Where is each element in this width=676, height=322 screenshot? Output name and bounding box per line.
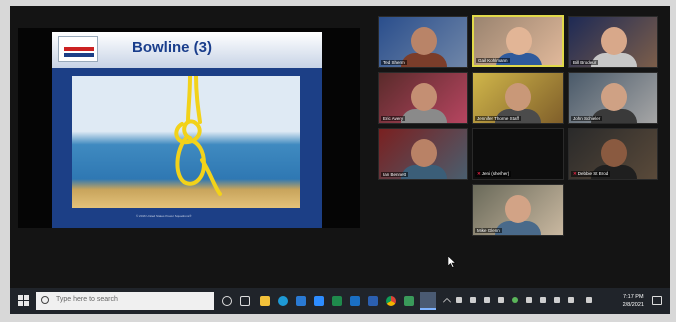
muted-icon: ✕ [573,171,577,176]
search-icon [41,296,49,304]
presentation-slide: Bowline (3) © 2016 United States Power S… [52,32,322,228]
participant-name: Ian Bennett [381,172,409,177]
search-box[interactable]: Type here to search [36,292,214,310]
excel-icon[interactable] [332,296,342,306]
participant-name: Ted Sherm [381,60,407,65]
windows-start-icon[interactable] [18,295,30,307]
participant-tile[interactable]: Ted Sherm [378,16,468,68]
participant-name: ✕Debbie St Brod [571,171,611,177]
cortana-icon[interactable] [222,296,232,306]
slide-copyright: © 2016 United States Power Squadrons® [136,214,192,218]
participant-name: John Schieler [571,116,603,121]
app-icon[interactable] [404,296,414,306]
rope-knot-icon [174,76,222,196]
organization-logo [58,36,98,62]
slide-photo-bowline-knot [72,76,300,208]
tray-icon[interactable] [526,297,532,303]
zoom-icon[interactable] [314,296,324,306]
tray-icon[interactable] [456,297,462,303]
chrome-icon[interactable] [386,296,396,306]
participant-tile[interactable]: John Schieler [568,72,658,124]
muted-icon: ✕ [477,171,481,176]
tray-icon[interactable] [470,297,476,303]
taskbar: Type here to search 7:17 PM 2/8/2021 [10,288,670,314]
zoom-meeting-active-icon[interactable] [420,292,436,310]
edge-browser-icon[interactable] [278,296,288,306]
participant-name: Eric Avery [381,116,406,121]
clock-date: 2/8/2021 [622,302,644,308]
search-placeholder: Type here to search [56,296,118,303]
slide-header: Bowline (3) [52,32,322,68]
tray-icon[interactable] [484,297,490,303]
tray-icon[interactable] [540,297,546,303]
participant-tile[interactable]: ✕Debbie St Brod [568,128,658,180]
participant-name: Jennifer Thorne Staff [475,116,521,121]
participant-name: Mike Glenn [475,228,502,233]
participant-tile[interactable]: Ian Bennett [378,128,468,180]
participant-name: ✕Jeni (she/her) [475,171,512,177]
participant-name: Bill Brodeur [571,60,599,65]
screen: Bowline (3) © 2016 United States Power S… [10,6,670,314]
pen-icon[interactable] [586,297,592,303]
file-explorer-icon[interactable] [260,296,270,306]
word-icon[interactable] [368,296,378,306]
mail-icon[interactable] [296,296,306,306]
tray-chevron-icon[interactable] [442,297,452,307]
wifi-icon[interactable] [554,297,560,303]
notification-icon[interactable] [652,296,662,305]
participant-tile[interactable]: Mike Glenn [472,184,564,236]
slide-title: Bowline (3) [132,39,213,56]
system-clock[interactable]: 7:17 PM 2/8/2021 [623,293,644,309]
participant-tile[interactable]: Jennifer Thorne Staff [472,72,564,124]
mouse-cursor-icon [448,256,456,268]
tray-icon[interactable] [512,297,518,303]
clock-time: 7:17 PM [623,294,644,300]
participant-tile-active-speaker[interactable]: Gail Kohlmann [472,15,564,67]
outlook-icon[interactable] [350,296,360,306]
participant-tile-video-off[interactable]: ✕Jeni (she/her) [472,128,564,180]
tray-icon[interactable] [498,297,504,303]
volume-icon[interactable] [568,297,574,303]
participant-name: Gail Kohlmann [476,58,510,63]
shared-screen: Bowline (3) © 2016 United States Power S… [18,28,360,228]
participant-tile[interactable]: Eric Avery [378,72,468,124]
participant-tile[interactable]: Bill Brodeur [568,16,658,68]
task-view-icon[interactable] [240,296,250,306]
